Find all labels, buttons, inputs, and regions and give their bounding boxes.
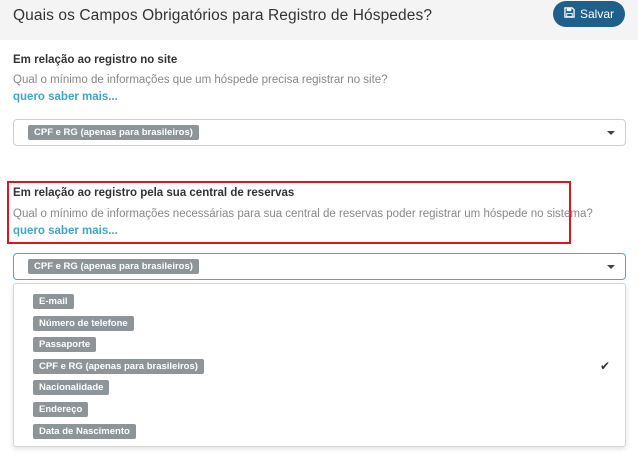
option-tag: Data de Nascimento [33,424,136,439]
page-title: Quais os Campos Obrigatórios para Regist… [13,7,433,24]
central-fields-select[interactable]: CPF e RG (apenas para brasileiros) [13,253,626,280]
dropdown-option-birthdate[interactable]: Data de Nascimento [14,422,625,442]
save-icon [564,7,575,21]
checkmark-icon: ✔ [599,359,610,373]
fields-dropdown-menu: E-mail Número de telefone Passaporte CPF… [13,283,626,447]
central-section-title: Em relação ao registro pela sua central … [13,187,295,199]
dropdown-option-address[interactable]: Endereço [14,400,625,420]
dropdown-option-email[interactable]: E-mail [14,292,625,312]
site-more-link[interactable]: quero saber mais... [13,91,118,103]
chevron-down-icon[interactable] [607,131,615,135]
option-tag: E-mail [33,294,74,309]
dropdown-option-nationality[interactable]: Nacionalidade [14,378,625,398]
dropdown-option-cpf-rg[interactable]: CPF e RG (apenas para brasileiros) ✔ [14,357,625,377]
option-tag: CPF e RG (apenas para brasileiros) [33,359,204,374]
central-more-link[interactable]: quero saber mais... [13,225,118,237]
page-header: Quais os Campos Obrigatórios para Regist… [0,0,638,40]
dropdown-option-phone[interactable]: Número de telefone [14,314,625,334]
option-tag: Número de telefone [33,316,134,331]
central-section-description: Qual o mínimo de informações necessárias… [13,208,593,220]
option-tag: Passaporte [33,337,97,352]
save-button[interactable]: Salvar [553,1,625,27]
site-section-title: Em relação ao registro no site [13,54,178,66]
save-button-label: Salvar [579,7,614,21]
selected-tag[interactable]: CPF e RG (apenas para brasileiros) [28,125,199,140]
option-tag: Endereço [33,402,89,417]
selected-tag[interactable]: CPF e RG (apenas para brasileiros) [28,259,199,274]
option-tag: Nacionalidade [33,380,110,395]
chevron-down-icon[interactable] [607,265,615,269]
site-section-description: Qual o mínimo de informações que um hósp… [13,74,388,86]
site-fields-select[interactable]: CPF e RG (apenas para brasileiros) [13,119,626,146]
dropdown-option-passport[interactable]: Passaporte [14,335,625,355]
